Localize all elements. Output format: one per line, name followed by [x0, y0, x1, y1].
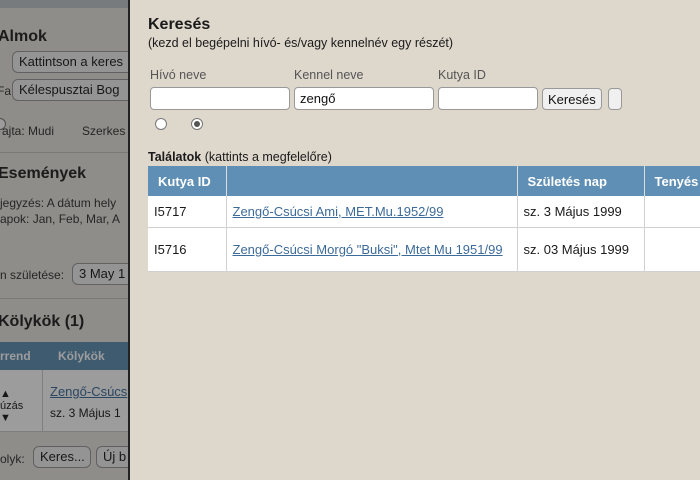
extra-button[interactable]: [608, 88, 622, 110]
search-dialog: Keresés (kezd el begépelni hívó- és/vagy…: [128, 0, 700, 480]
th-name: [226, 166, 518, 196]
cell-birth: sz. 03 Május 1999: [517, 227, 645, 272]
results-table: Kutya ID Születés nap Tenyés I5717 Zengő…: [148, 166, 700, 272]
cell-id: I5717: [148, 196, 227, 228]
dialog-subtitle: (kezd el begépelni hívó- és/vagy kenneln…: [148, 36, 454, 50]
results-header-row: Kutya ID Születés nap Tenyés: [148, 166, 700, 196]
dialog-title: Keresés: [148, 16, 211, 33]
dog-link[interactable]: Zengő-Csúcsi Ami, MET.Mu.1952/99: [233, 204, 444, 219]
hivo-input[interactable]: [150, 87, 290, 110]
kutya-id-input[interactable]: [438, 87, 538, 110]
cell-extra: [644, 227, 700, 272]
radio-option-2[interactable]: [191, 118, 203, 130]
th-kutya-id: Kutya ID: [148, 166, 227, 196]
search-button[interactable]: Keresés: [542, 88, 602, 110]
th-szuletes: Születés nap: [517, 166, 645, 196]
cell-id: I5716: [148, 227, 227, 272]
table-row[interactable]: I5716 Zengő-Csúcsi Morgó "Buksi", Mtet M…: [148, 227, 700, 272]
kutya-id-label: Kutya ID: [438, 68, 486, 82]
dog-link[interactable]: Zengő-Csúcsi Morgó "Buksi", Mtet Mu 1951…: [233, 242, 503, 257]
cell-name: Zengő-Csúcsi Morgó "Buksi", Mtet Mu 1951…: [226, 227, 518, 272]
th-tenyeszto: Tenyés: [644, 166, 700, 196]
cell-name: Zengő-Csúcsi Ami, MET.Mu.1952/99: [226, 196, 518, 228]
modal-overlay: [0, 0, 130, 480]
cell-birth: sz. 3 Május 1999: [517, 196, 645, 228]
kennel-label: Kennel neve: [294, 68, 364, 82]
table-row[interactable]: I5717 Zengő-Csúcsi Ami, MET.Mu.1952/99 s…: [148, 196, 700, 228]
radio-option-1[interactable]: [155, 118, 167, 130]
results-label: Találatok (kattints a megfelelőre): [148, 150, 332, 164]
cell-extra: [644, 196, 700, 228]
hivo-label: Hívó neve: [150, 68, 207, 82]
kennel-input[interactable]: [294, 87, 434, 110]
